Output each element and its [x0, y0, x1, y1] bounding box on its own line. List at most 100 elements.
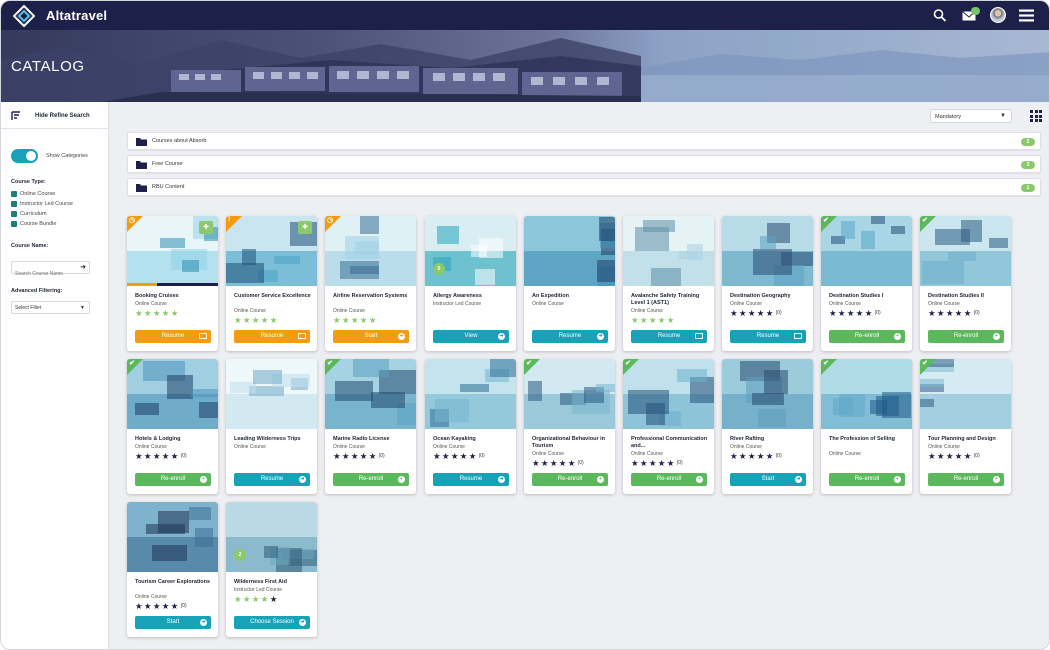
star-icon[interactable]: ★ — [333, 451, 342, 461]
star-icon[interactable]: ★ — [847, 308, 856, 318]
course-thumbnail[interactable] — [127, 502, 218, 572]
course-thumbnail[interactable] — [722, 216, 813, 286]
star-icon[interactable]: ★ — [144, 308, 153, 318]
star-icon[interactable]: ★ — [532, 458, 541, 468]
course-card[interactable]: Tourism Career Explorations Online Course… — [127, 502, 218, 637]
star-icon[interactable]: ★ — [766, 308, 775, 318]
star-icon[interactable]: ★ — [649, 315, 658, 325]
star-icon[interactable]: ★ — [658, 458, 667, 468]
course-card[interactable]: ! ✚ Customer Service Excellence Online Cour… — [226, 216, 317, 351]
avatar[interactable] — [990, 7, 1006, 23]
star-rating[interactable]: ★★★★★(0) — [829, 308, 881, 318]
altatravel-logo-icon[interactable] — [13, 5, 35, 27]
star-icon[interactable]: ★ — [351, 451, 360, 461]
course-action-button[interactable]: Re-enroll + — [532, 473, 608, 486]
star-icon[interactable]: ★ — [234, 315, 243, 325]
star-icon[interactable]: ★ — [964, 451, 973, 461]
star-icon[interactable]: ★ — [162, 601, 171, 611]
course-thumbnail[interactable] — [623, 216, 714, 286]
star-icon[interactable]: ★ — [162, 451, 171, 461]
star-icon[interactable]: ★ — [559, 458, 568, 468]
star-icon[interactable]: ★ — [261, 315, 270, 325]
pin-icon[interactable]: ✚ — [298, 221, 312, 234]
course-card[interactable]: Destination Geography Online Course ★★★★★(… — [722, 216, 813, 351]
course-action-button[interactable]: Re-enroll + — [829, 330, 905, 343]
course-card[interactable]: ✔ Marine Radio License Online Course ★★★★★(… — [325, 359, 416, 494]
star-icon[interactable]: ★ — [550, 458, 559, 468]
star-icon[interactable]: ★ — [757, 308, 766, 318]
star-icon[interactable]: ★ — [937, 451, 946, 461]
star-icon[interactable]: ★ — [451, 451, 460, 461]
star-rating[interactable]: ★★★★★(0) — [631, 458, 683, 468]
course-card[interactable]: Avalanche Safety Training Level 1 (AST1)… — [623, 216, 714, 351]
star-icon[interactable]: ★ — [955, 451, 964, 461]
star-icon[interactable]: ★ — [171, 308, 180, 318]
star-icon[interactable]: ★ — [865, 308, 874, 318]
star-icon[interactable]: ★ — [748, 308, 757, 318]
course-thumbnail[interactable] — [524, 216, 615, 286]
arrow-right-icon[interactable]: ➜ — [79, 264, 87, 272]
course-action-button[interactable]: Resume — [730, 330, 806, 343]
star-icon[interactable]: ★ — [369, 315, 378, 325]
star-icon[interactable]: ★ — [748, 451, 757, 461]
star-icon[interactable]: ★ — [351, 315, 360, 325]
star-icon[interactable]: ★ — [955, 308, 964, 318]
star-icon[interactable]: ★ — [153, 308, 162, 318]
advanced-filter-select[interactable]: Select Filter ▼ — [11, 301, 90, 314]
star-rating[interactable]: ★★★★★(0) — [928, 451, 980, 461]
course-card[interactable]: ✔ Destination Studies II Online Course ★★★★… — [920, 216, 1011, 351]
star-rating[interactable]: ★★★★★ — [333, 315, 379, 325]
star-icon[interactable]: ★ — [469, 451, 478, 461]
course-card[interactable]: ◷ Airline Reservation Systems Online Cours… — [325, 216, 416, 351]
star-rating[interactable]: ★★★★★(0) — [928, 308, 980, 318]
course-thumbnail[interactable] — [425, 359, 516, 429]
star-icon[interactable]: ★ — [739, 308, 748, 318]
show-categories-toggle[interactable] — [11, 149, 38, 163]
star-icon[interactable]: ★ — [442, 451, 451, 461]
sort-select[interactable]: Mandatory ▼ — [930, 109, 1012, 123]
star-icon[interactable]: ★ — [243, 594, 252, 604]
star-rating[interactable]: ★★★★★(0) — [730, 451, 782, 461]
star-icon[interactable]: ★ — [270, 594, 279, 604]
star-icon[interactable]: ★ — [928, 451, 937, 461]
menu-icon[interactable] — [1019, 9, 1034, 22]
star-icon[interactable]: ★ — [360, 315, 369, 325]
course-action-button[interactable]: Re-enroll + — [829, 473, 905, 486]
star-icon[interactable]: ★ — [144, 601, 153, 611]
star-icon[interactable]: ★ — [243, 315, 252, 325]
category-row[interactable]: Free Course 3 — [127, 155, 1041, 173]
star-rating[interactable]: ★★★★★ — [234, 315, 280, 325]
star-rating[interactable]: ★★★★★(0) — [532, 458, 584, 468]
course-card[interactable]: 2 Wilderness First Aid Instructor Led Cour… — [226, 502, 317, 637]
star-icon[interactable]: ★ — [649, 458, 658, 468]
star-rating[interactable]: ★★★★★(0) — [433, 451, 485, 461]
course-card[interactable]: 0 Allergy Awareness Instructor Led Course V… — [425, 216, 516, 351]
course-action-button[interactable]: Resume ➜ — [433, 473, 509, 486]
star-icon[interactable]: ★ — [541, 458, 550, 468]
course-thumbnail[interactable] — [722, 359, 813, 429]
star-icon[interactable]: ★ — [460, 451, 469, 461]
course-card[interactable]: ✔ Tour Planning and Design Online Course ★★… — [920, 359, 1011, 494]
category-row[interactable]: Courses about Absorb 2 — [127, 132, 1041, 150]
course-action-button[interactable]: Resume — [631, 330, 707, 343]
category-row[interactable]: RBU Content 1 — [127, 178, 1041, 196]
course-action-button[interactable]: Re-enroll + — [333, 473, 409, 486]
star-icon[interactable]: ★ — [739, 451, 748, 461]
star-icon[interactable]: ★ — [171, 451, 180, 461]
star-icon[interactable]: ★ — [766, 451, 775, 461]
course-action-button[interactable]: Re-enroll + — [631, 473, 707, 486]
hide-refine-search-button[interactable]: Hide Refine Search — [11, 111, 90, 121]
star-icon[interactable]: ★ — [946, 308, 955, 318]
star-icon[interactable]: ★ — [360, 451, 369, 461]
star-icon[interactable]: ★ — [964, 308, 973, 318]
course-action-button[interactable]: Start ➜ — [333, 330, 409, 343]
course-action-button[interactable]: Resume ➜ — [532, 330, 608, 343]
star-icon[interactable]: ★ — [162, 308, 171, 318]
star-rating[interactable]: ★★★★★(0) — [730, 308, 782, 318]
pin-icon[interactable]: ✚ — [199, 221, 213, 234]
star-icon[interactable]: ★ — [937, 308, 946, 318]
star-icon[interactable]: ★ — [946, 451, 955, 461]
course-card[interactable]: ✔ Organizational Behaviour in Tourism Onli… — [524, 359, 615, 494]
star-icon[interactable]: ★ — [730, 308, 739, 318]
star-icon[interactable]: ★ — [856, 308, 865, 318]
